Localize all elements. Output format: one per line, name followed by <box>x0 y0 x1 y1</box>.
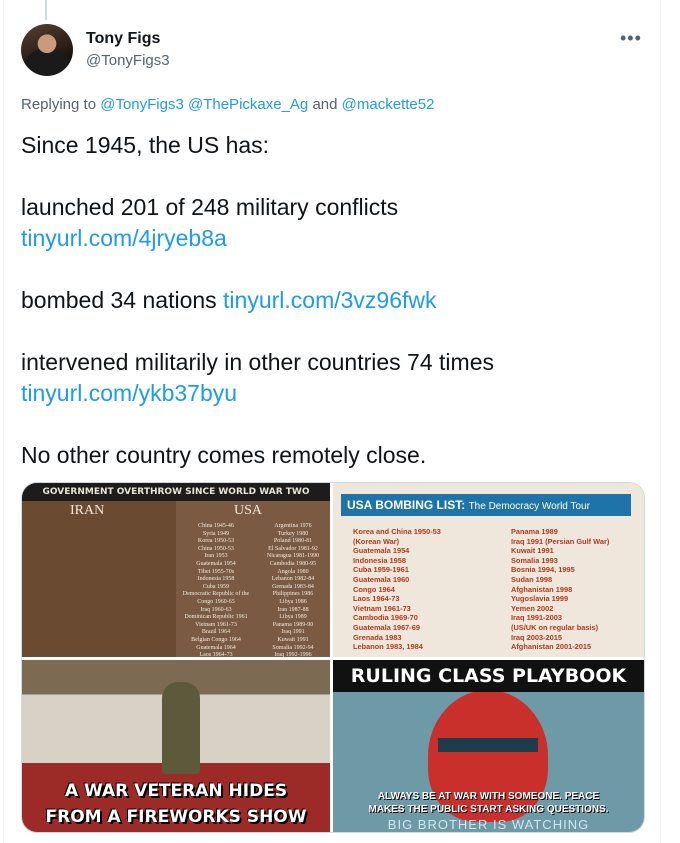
mention-link[interactable]: @TonyFigs3 <box>100 96 184 113</box>
media-grid[interactable]: GOVERNMENT OVERTHROW SINCE WORLD WAR TWO… <box>21 482 645 833</box>
timeline-border-left <box>3 0 4 843</box>
reply-prefix: Replying to <box>21 96 97 113</box>
country-list: Argentina 1976 Turkey 1980 Poland 1980-8… <box>266 523 320 657</box>
reply-and: and <box>312 96 338 113</box>
image-footer: BIG BROTHER IS WATCHING <box>387 817 590 832</box>
mention-link[interactable]: @ThePickaxe_Ag <box>188 96 308 113</box>
image-heading-iran: IRAN <box>70 503 105 518</box>
image-title: RULING CLASS PLAYBOOK <box>333 660 644 692</box>
soldier-figure <box>162 682 200 774</box>
timeline-border-right <box>660 0 661 843</box>
image-heading-usa: USA <box>234 503 263 518</box>
url-link[interactable]: tinyurl.com/4jryeb8a <box>21 225 227 251</box>
url-link[interactable]: tinyurl.com/3vz96fwk <box>223 287 436 313</box>
author-name[interactable]: Tony Figs <box>86 30 160 48</box>
thread-connector-line <box>45 0 47 20</box>
bombing-list: Panama 1989 Iraq 1991 (Persian Gulf War)… <box>511 527 610 652</box>
avatar[interactable] <box>21 24 73 76</box>
tweet-line: launched 201 of 248 military conflicts <box>21 194 399 220</box>
tweet-line: intervened militarily in other countries… <box>21 349 494 375</box>
author-handle[interactable]: @TonyFigs3 <box>86 52 170 69</box>
mention-link[interactable]: @mackette52 <box>342 96 435 113</box>
more-options-icon[interactable]: ••• <box>620 28 642 49</box>
image-government-overthrow[interactable]: GOVERNMENT OVERTHROW SINCE WORLD WAR TWO… <box>22 483 330 657</box>
tweet-text: Since 1945, the US has: launched 201 of … <box>21 130 641 471</box>
image-caption: A WAR VETERAN HIDES FROM A FIREWORKS SHO… <box>45 781 307 827</box>
image-banner: USA BOMBING LIST: The Democracy World To… <box>341 494 631 516</box>
country-list: China 1945-46 Syria 1949 Korea 1950-53 C… <box>182 523 250 657</box>
banner-bold: USA BOMBING LIST: <box>347 498 466 512</box>
reply-context: Replying to @TonyFigs3 @ThePickaxe_Ag an… <box>21 96 434 113</box>
image-ruling-class-playbook[interactable]: RULING CLASS PLAYBOOK ALWAYS BE AT WAR W… <box>333 660 644 832</box>
poster-eyes <box>438 738 538 752</box>
image-subtitle: ALWAYS BE AT WAR WITH SOMEONE. PEACE MAK… <box>368 791 609 815</box>
image-banner: GOVERNMENT OVERTHROW SINCE WORLD WAR TWO <box>22 483 330 501</box>
image-war-veteran[interactable]: A WAR VETERAN HIDES FROM A FIREWORKS SHO… <box>22 660 330 832</box>
tweet-line: No other country comes remotely close. <box>21 442 427 468</box>
tweet-line: Since 1945, the US has: <box>21 132 270 158</box>
url-link[interactable]: tinyurl.com/ykb37byu <box>21 380 237 406</box>
banner-light: The Democracy World Tour <box>468 501 590 512</box>
tweet-line: bombed 34 nations <box>21 287 217 313</box>
bombing-list: Korea and China 1950-53 (Korean War) Gua… <box>353 527 441 652</box>
image-bombing-list[interactable]: USA BOMBING LIST: The Democracy World To… <box>333 483 644 657</box>
